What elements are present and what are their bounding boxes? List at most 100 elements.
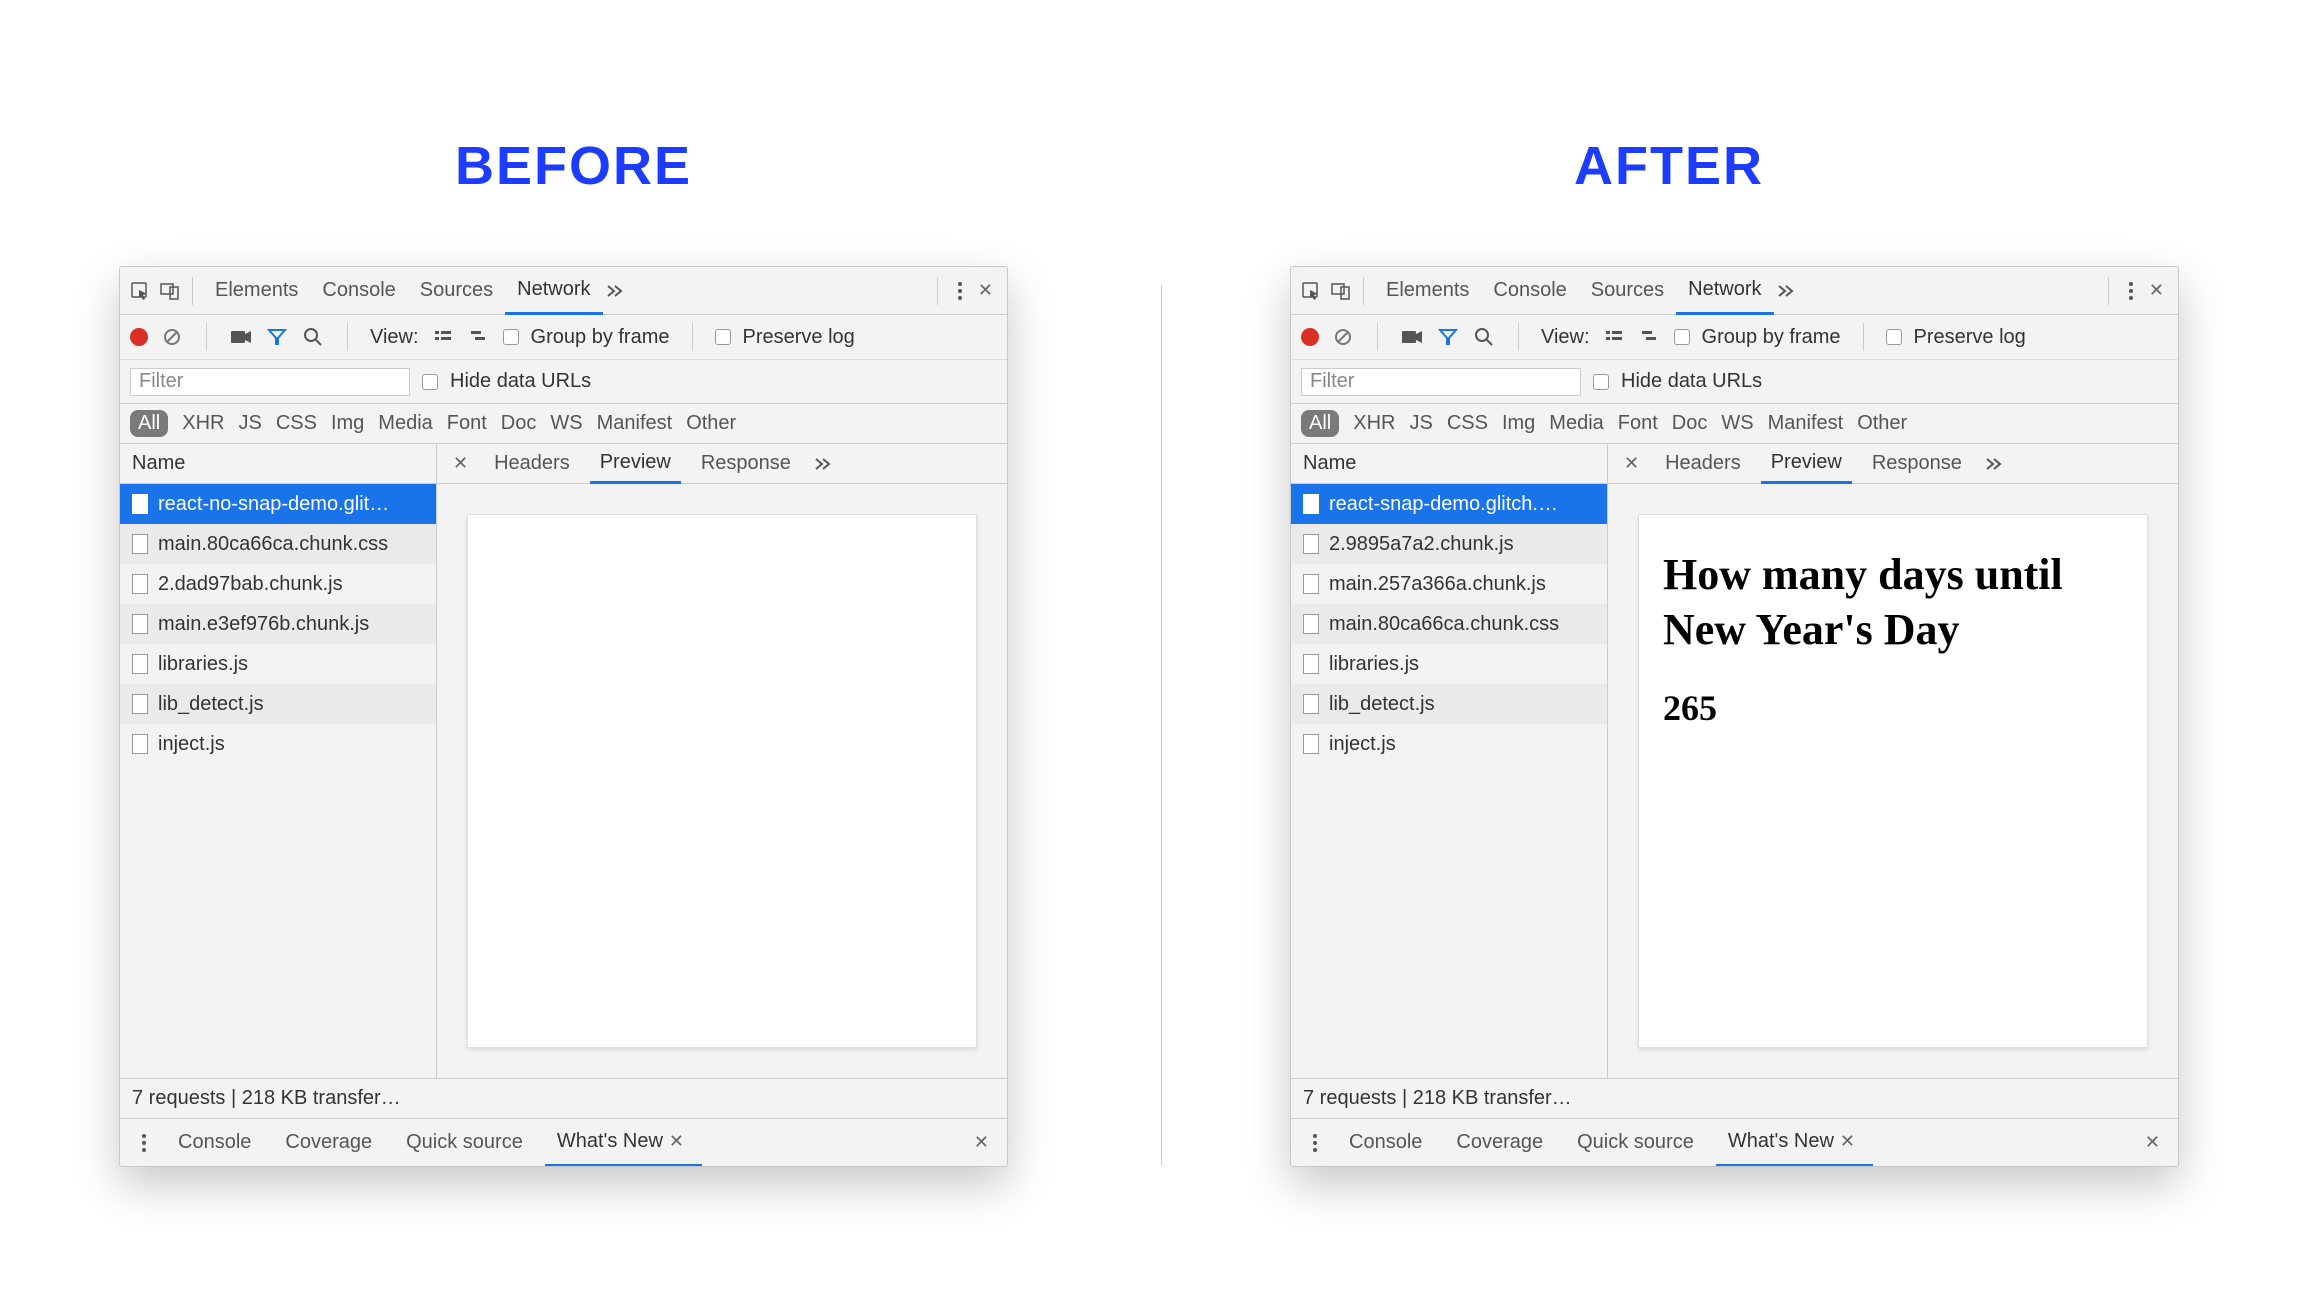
name-column-header[interactable]: Name [1291, 444, 1607, 484]
inspect-icon[interactable] [1299, 279, 1323, 303]
request-row[interactable]: libraries.js [1291, 644, 1607, 684]
tab-elements[interactable]: Elements [203, 267, 310, 315]
close-detail-icon[interactable]: ✕ [447, 453, 474, 474]
request-row[interactable]: react-snap-demo.glitch.… [1291, 484, 1607, 524]
hide-data-urls-checkbox[interactable] [422, 374, 438, 390]
dtab-preview[interactable]: Preview [590, 444, 681, 484]
request-row[interactable]: main.80ca66ca.chunk.css [120, 524, 436, 564]
filter-input[interactable]: Filter [130, 368, 410, 396]
filter-icon[interactable] [1436, 325, 1460, 349]
chip-other[interactable]: Other [1857, 412, 1907, 435]
drawer-tab-quick-source[interactable]: Quick source [394, 1119, 535, 1167]
dtab-preview[interactable]: Preview [1761, 444, 1852, 484]
view-waterfall-icon[interactable] [467, 325, 491, 349]
request-row[interactable]: inject.js [120, 724, 436, 764]
close-icon[interactable]: ✕ [1834, 1131, 1861, 1152]
request-row[interactable]: lib_detect.js [1291, 684, 1607, 724]
kebab-menu-icon[interactable] [2119, 279, 2143, 303]
search-icon[interactable] [1472, 325, 1496, 349]
close-detail-icon[interactable]: ✕ [1618, 453, 1645, 474]
chip-css[interactable]: CSS [1447, 412, 1488, 435]
tab-console[interactable]: Console [310, 267, 407, 315]
chip-all[interactable]: All [130, 410, 168, 437]
chip-ws[interactable]: WS [550, 412, 582, 435]
close-icon[interactable]: ✕ [2143, 280, 2170, 301]
chip-css[interactable]: CSS [276, 412, 317, 435]
dtab-response[interactable]: Response [691, 444, 801, 484]
kebab-menu-icon[interactable] [132, 1131, 156, 1155]
hide-data-urls-checkbox[interactable] [1593, 374, 1609, 390]
more-tabs-icon[interactable] [1774, 279, 1798, 303]
preserve-log-checkbox[interactable] [715, 329, 731, 345]
view-list-icon[interactable] [1602, 325, 1626, 349]
more-detail-tabs-icon[interactable] [811, 452, 835, 476]
chip-media[interactable]: Media [378, 412, 432, 435]
drawer-tab-coverage[interactable]: Coverage [273, 1119, 384, 1167]
kebab-menu-icon[interactable] [948, 279, 972, 303]
request-row[interactable]: libraries.js [120, 644, 436, 684]
tab-sources[interactable]: Sources [1579, 267, 1676, 315]
close-icon[interactable]: ✕ [663, 1131, 690, 1152]
chip-font[interactable]: Font [1618, 412, 1658, 435]
chip-manifest[interactable]: Manifest [597, 412, 673, 435]
close-drawer-icon[interactable]: ✕ [2139, 1132, 2166, 1153]
clear-icon[interactable] [160, 325, 184, 349]
preserve-log-checkbox[interactable] [1886, 329, 1902, 345]
view-waterfall-icon[interactable] [1638, 325, 1662, 349]
chip-doc[interactable]: Doc [1672, 412, 1708, 435]
search-icon[interactable] [301, 325, 325, 349]
chip-media[interactable]: Media [1549, 412, 1603, 435]
record-icon[interactable] [130, 328, 148, 346]
view-list-icon[interactable] [431, 325, 455, 349]
chip-xhr[interactable]: XHR [182, 412, 224, 435]
device-toggle-icon[interactable] [1329, 279, 1353, 303]
request-row[interactable]: lib_detect.js [120, 684, 436, 724]
filter-input[interactable]: Filter [1301, 368, 1581, 396]
request-row[interactable]: react-no-snap-demo.glit… [120, 484, 436, 524]
request-row[interactable]: main.80ca66ca.chunk.css [1291, 604, 1607, 644]
chip-doc[interactable]: Doc [501, 412, 537, 435]
drawer-tab-quick-source[interactable]: Quick source [1565, 1119, 1706, 1167]
name-column-header[interactable]: Name [120, 444, 436, 484]
tab-elements[interactable]: Elements [1374, 267, 1481, 315]
chip-js[interactable]: JS [1409, 412, 1432, 435]
dtab-headers[interactable]: Headers [484, 444, 580, 484]
tab-sources[interactable]: Sources [408, 267, 505, 315]
chip-ws[interactable]: WS [1721, 412, 1753, 435]
chip-manifest[interactable]: Manifest [1768, 412, 1844, 435]
clear-icon[interactable] [1331, 325, 1355, 349]
group-by-frame-checkbox[interactable] [1674, 329, 1690, 345]
request-row[interactable]: main.257a366a.chunk.js [1291, 564, 1607, 604]
chip-all[interactable]: All [1301, 410, 1339, 437]
dtab-response[interactable]: Response [1862, 444, 1972, 484]
request-row[interactable]: 2.dad97bab.chunk.js [120, 564, 436, 604]
drawer-tab-console[interactable]: Console [1337, 1119, 1434, 1167]
inspect-icon[interactable] [128, 279, 152, 303]
chip-img[interactable]: Img [331, 412, 364, 435]
chip-font[interactable]: Font [447, 412, 487, 435]
kebab-menu-icon[interactable] [1303, 1131, 1327, 1155]
group-by-frame-checkbox[interactable] [503, 329, 519, 345]
device-toggle-icon[interactable] [158, 279, 182, 303]
chip-img[interactable]: Img [1502, 412, 1535, 435]
tab-network[interactable]: Network [1676, 267, 1773, 315]
tab-console[interactable]: Console [1481, 267, 1578, 315]
request-row[interactable]: 2.9895a7a2.chunk.js [1291, 524, 1607, 564]
drawer-tab-console[interactable]: Console [166, 1119, 263, 1167]
close-icon[interactable]: ✕ [972, 280, 999, 301]
more-detail-tabs-icon[interactable] [1982, 452, 2006, 476]
request-row[interactable]: inject.js [1291, 724, 1607, 764]
tab-network[interactable]: Network [505, 267, 602, 315]
dtab-headers[interactable]: Headers [1655, 444, 1751, 484]
camera-icon[interactable] [1400, 325, 1424, 349]
drawer-tab-whats-new[interactable]: What's New ✕ [545, 1119, 702, 1167]
close-drawer-icon[interactable]: ✕ [968, 1132, 995, 1153]
drawer-tab-coverage[interactable]: Coverage [1444, 1119, 1555, 1167]
request-row[interactable]: main.e3ef976b.chunk.js [120, 604, 436, 644]
camera-icon[interactable] [229, 325, 253, 349]
chip-other[interactable]: Other [686, 412, 736, 435]
chip-js[interactable]: JS [238, 412, 261, 435]
chip-xhr[interactable]: XHR [1353, 412, 1395, 435]
more-tabs-icon[interactable] [603, 279, 627, 303]
record-icon[interactable] [1301, 328, 1319, 346]
